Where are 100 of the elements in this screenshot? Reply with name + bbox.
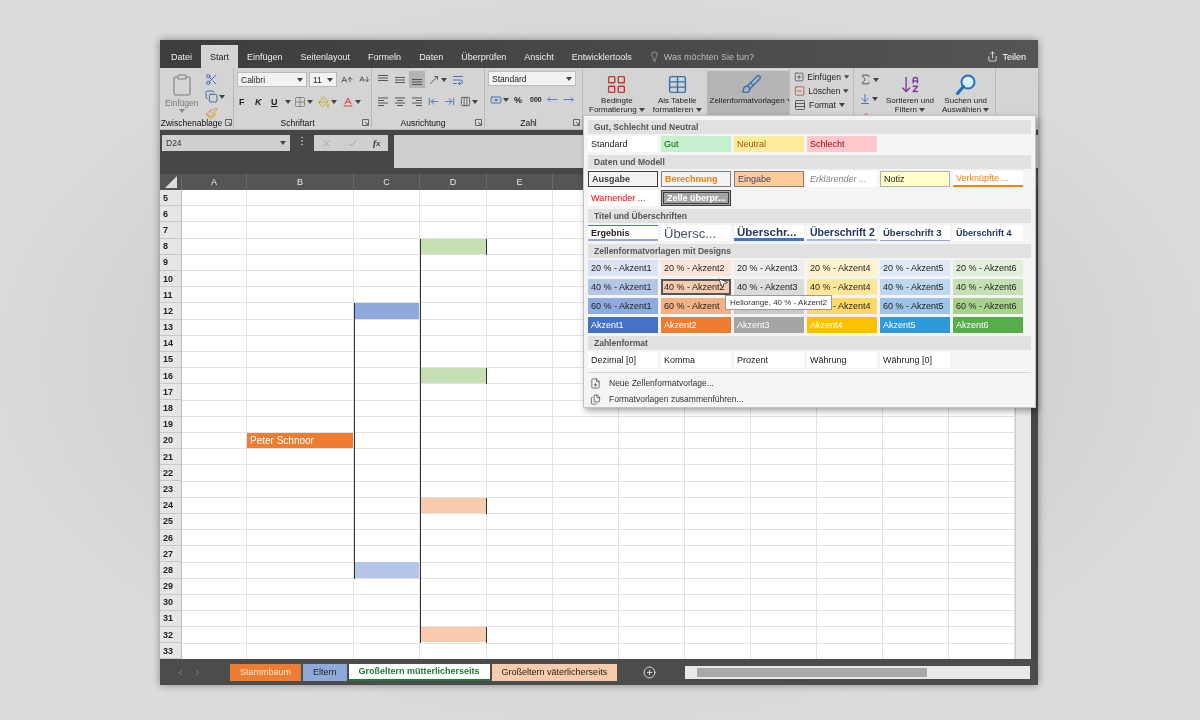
cell-style-item[interactable]: 60 % - Akzent1 [588, 298, 658, 314]
ribbon-tab[interactable]: Formeln [359, 45, 411, 68]
cell-style-item[interactable]: Währung [0] [880, 352, 950, 368]
plus-square-icon [794, 71, 805, 83]
share-button[interactable]: Teilen [981, 45, 1032, 68]
fill-color-button[interactable] [316, 93, 339, 110]
insert-function-button[interactable]: fx [373, 138, 381, 148]
cells-button[interactable]: Format [792, 98, 851, 112]
cell-style-item[interactable]: Komma [661, 352, 731, 368]
cell-style-item[interactable]: 40 % - Akzent1 [588, 279, 658, 295]
sheet-cell[interactable] [420, 238, 486, 254]
sheet-cell[interactable] [420, 627, 486, 643]
sheet-tab[interactable]: Großeltern mütterlicherseits [348, 663, 490, 681]
row-header[interactable]: 17 [160, 384, 182, 401]
font-name-dropdown[interactable]: Calibri [237, 72, 307, 87]
cell-style-item[interactable]: Schlecht [807, 136, 877, 152]
align-icon [411, 96, 423, 107]
row-header[interactable]: 28 [160, 562, 182, 579]
sheet-cell[interactable] [420, 368, 486, 384]
row-header[interactable]: 23 [160, 481, 182, 498]
menu-item[interactable]: Neue Zellenformatvorlage... [588, 375, 716, 391]
cell-style-item[interactable]: 40 % - Akzent4 [807, 279, 877, 295]
cell-style-item[interactable]: Gut [661, 136, 731, 152]
cell-style-item[interactable]: Neutral [734, 136, 804, 152]
select-all-icon[interactable] [164, 176, 177, 188]
percent-button[interactable]: % [512, 91, 527, 108]
row-header[interactable]: 6 [160, 206, 182, 223]
cell-style-item[interactable]: 60 % - Akzent [661, 298, 731, 314]
bold-button[interactable]: F [237, 93, 252, 110]
row-header[interactable]: 27 [160, 546, 182, 563]
vertical-align-button[interactable] [409, 71, 425, 88]
cell-style-item[interactable]: 20 % - Akzent6 [953, 260, 1023, 276]
cell-style-item[interactable]: 20 % - Akzent2 [661, 260, 731, 276]
cell-style-item[interactable]: 60 % - Akzent5 [880, 298, 950, 314]
cell-style-item[interactable]: 20 % - Akzent1 [588, 260, 658, 276]
cell-style-item[interactable]: Überschrift 2 [807, 225, 877, 241]
row-header[interactable]: 11 [160, 287, 182, 304]
cell-style-item[interactable]: Standard [588, 136, 658, 152]
copy-button[interactable] [202, 88, 227, 105]
indent-icon [444, 96, 455, 107]
sheet-cell[interactable] [420, 497, 486, 513]
cell-style-item[interactable]: Ausgabe [588, 171, 658, 187]
cell-style-item[interactable]: Notiz [880, 171, 950, 187]
cells-button[interactable]: Löschen [792, 84, 851, 98]
help-search-field[interactable]: Was möchten Sie tun? [648, 45, 754, 68]
cells-button[interactable]: Einfügen [792, 70, 851, 84]
cell-style-item[interactable]: Überschrift 3 [880, 225, 950, 241]
add-sheet-button[interactable] [641, 663, 659, 681]
ribbon-tab[interactable]: Start [201, 45, 239, 68]
cell-style-item[interactable]: Warnender ... [588, 190, 658, 206]
dialog-launcher-icon[interactable] [225, 119, 233, 126]
dialog-launcher-icon[interactable] [475, 119, 482, 126]
name-box[interactable]: D24 [162, 135, 290, 151]
sheet-cell[interactable] [354, 303, 419, 319]
sheet-tab[interactable]: Eltern [303, 663, 347, 681]
cell-style-item[interactable]: 60 % - Akzent6 [953, 298, 1023, 314]
italic-button[interactable]: K [253, 93, 268, 110]
menu-item[interactable]: Formatvorlagen zusammenführen... [588, 391, 746, 407]
cell-style-item[interactable]: Erklärender ... [807, 171, 877, 187]
row-header[interactable]: 18 [160, 400, 182, 417]
font-size-dropdown[interactable]: 11 [309, 72, 337, 87]
sort-icon [899, 74, 921, 95]
ribbon-tab[interactable]: Einfügen [238, 45, 292, 68]
number-format-dropdown[interactable]: Standard [488, 71, 576, 86]
dialog-launcher-icon[interactable] [573, 119, 580, 126]
cell-style-item[interactable]: 20 % - Akzent3 [734, 260, 804, 276]
ribbon-tab[interactable]: Entwicklertools [562, 45, 641, 68]
ribbon-tab[interactable]: Ansicht [515, 45, 563, 68]
row-header[interactable]: 21 [160, 449, 182, 466]
row-header[interactable]: 7 [160, 222, 182, 239]
row-header[interactable]: 22 [160, 465, 182, 482]
ribbon-tab[interactable]: Seitenlayout [291, 45, 360, 68]
cell-style-item[interactable]: Übersc... [661, 225, 731, 241]
cell-style-item[interactable]: Prozent [734, 352, 804, 368]
cell-style-item[interactable]: Währung [807, 352, 877, 368]
cell-style-item[interactable]: Überschr... [734, 225, 804, 241]
row-header[interactable]: 32 [160, 627, 182, 644]
cell-style-item[interactable]: 20 % - Akzent5 [880, 260, 950, 276]
horizontal-scrollbar[interactable] [685, 665, 1030, 679]
row-header[interactable]: 12 [160, 303, 182, 320]
cell-style-item[interactable]: Akzent1 [588, 317, 658, 333]
underline-button[interactable]: U [269, 93, 284, 110]
cell-style-item[interactable]: 20 % - Akzent4 [807, 260, 877, 276]
cell-style-item[interactable]: 40 % - Akzent2 [661, 279, 731, 295]
ribbon-tab[interactable]: Daten [410, 45, 453, 68]
row-header[interactable]: 33 [160, 643, 182, 659]
ribbon-tab[interactable]: Datei [162, 45, 201, 68]
sheet-cell[interactable] [354, 562, 419, 578]
dialog-launcher-icon[interactable] [362, 119, 369, 126]
cell-style-item[interactable]: Ergebnis [588, 225, 658, 241]
cell-style-item[interactable]: Überschrift 4 [953, 225, 1023, 241]
cell-style-item[interactable]: Dezimal [0] [588, 352, 658, 368]
cell-style-item[interactable]: Eingabe [734, 171, 804, 187]
cell-style-item[interactable]: 40 % - Akzent6 [953, 279, 1023, 295]
row-header[interactable]: 16 [160, 368, 182, 385]
cell-style-item[interactable]: 40 % - Akzent3 [734, 279, 804, 295]
ribbon-tab[interactable]: Überprüfen [452, 45, 516, 68]
cell-style-item[interactable]: 40 % - Akzent5 [880, 279, 950, 295]
row-header[interactable]: 5 [160, 190, 182, 207]
sheet-tab[interactable]: Großeltern väterlicherseits [491, 663, 618, 681]
